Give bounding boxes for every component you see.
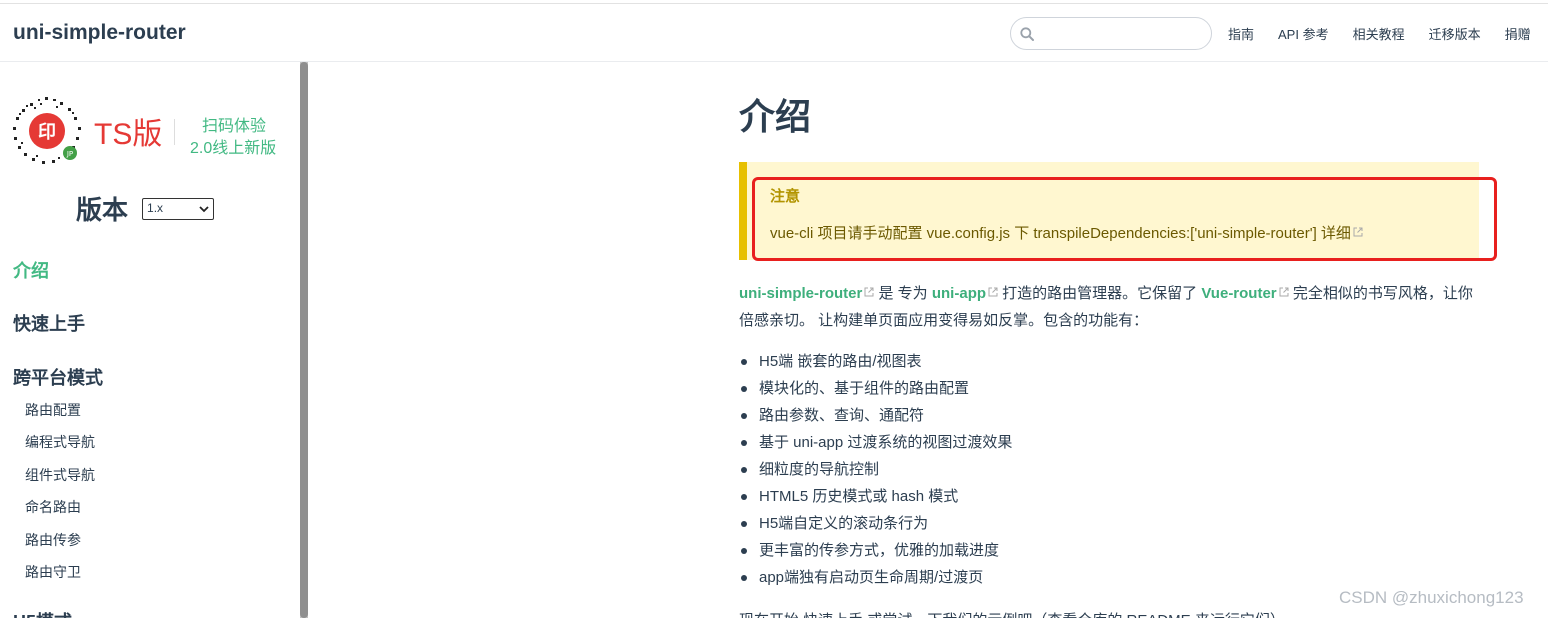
external-link-icon (864, 287, 874, 297)
promo-banner[interactable]: 印 JP TS版 扫码体验 2.0线上新版 (12, 97, 292, 167)
nav-link-donate[interactable]: 捐赠 (1505, 24, 1531, 43)
sidebar-group-quickstart[interactable]: 快速上手 (13, 310, 85, 336)
nav-link-guide[interactable]: 指南 (1228, 24, 1254, 43)
promo-line-1: 扫码体验 (202, 118, 267, 135)
sidebar-item-route-params[interactable]: 路由传参 (25, 530, 81, 550)
external-link-icon (988, 287, 998, 297)
feature-list: H5端 嵌套的路由/视图表 模块化的、基于组件的路由配置 路由参数、查询、通配符… (739, 348, 1479, 591)
promo-line-2: 2.0线上新版 (190, 140, 277, 157)
list-item: 模块化的、基于组件的路由配置 (739, 375, 1479, 402)
sidebar-item-component-nav[interactable]: 组件式导航 (25, 465, 95, 485)
sidebar-scrollbar-thumb[interactable] (300, 62, 308, 618)
sidebar-item-route-config[interactable]: 路由配置 (25, 400, 81, 420)
nav-link-api[interactable]: API 参考 (1278, 24, 1329, 43)
external-link-icon (1279, 287, 1289, 297)
sidebar-group-h5[interactable]: H5模式 (13, 608, 72, 618)
version-select-value: 1.x (147, 200, 164, 215)
version-label: 版本 (76, 195, 129, 225)
nav-links: 指南 API 参考 相关教程 迁移版本 捐赠 (1228, 24, 1531, 43)
intro-text-2: 打造的路由管理器。它保留了 (998, 285, 1202, 302)
list-item: 基于 uni-app 过渡系统的视图过渡效果 (739, 429, 1479, 456)
navbar: uni-simple-router 指南 API 参考 相关教程 迁移版本 捐赠 (0, 4, 1548, 62)
link-uni-simple-router[interactable]: uni-simple-router (739, 285, 862, 302)
svg-text:JP: JP (66, 150, 73, 158)
getting-started-paragraph: 现在开始 快速上手 或尝试一下我们的示例吧（查看仓库的 README 来运行它们… (739, 609, 1285, 618)
watermark: CSDN @zhuxichong123 (1339, 588, 1524, 607)
sidebar-item-named-routes[interactable]: 命名路由 (25, 497, 81, 517)
ts-badge: TS版 (94, 118, 163, 151)
version-row: 版本 1.x (76, 190, 215, 227)
link-uni-app[interactable]: uni-app (932, 285, 986, 302)
list-item: H5端自定义的滚动条行为 (739, 510, 1479, 537)
page-title: 介绍 (739, 96, 812, 137)
sidebar-group-intro[interactable]: 介绍 (13, 257, 49, 283)
list-item: 路由参数、查询、通配符 (739, 402, 1479, 429)
svg-text:印: 印 (38, 122, 56, 143)
list-item: 细粒度的导航控制 (739, 456, 1479, 483)
sidebar-item-route-guards[interactable]: 路由守卫 (25, 562, 81, 582)
nav-link-tutorials[interactable]: 相关教程 (1353, 24, 1405, 43)
nav-link-migration[interactable]: 迁移版本 (1429, 24, 1481, 43)
chevron-down-icon (199, 205, 209, 212)
sidebar-item-programmatic-nav[interactable]: 编程式导航 (25, 432, 95, 452)
link-vue-router[interactable]: Vue-router (1201, 285, 1276, 302)
search-input[interactable] (1010, 17, 1212, 50)
sidebar-group-cross-platform[interactable]: 跨平台模式 (13, 364, 103, 390)
list-item: HTML5 历史模式或 hash 模式 (739, 483, 1479, 510)
promo-divider (174, 119, 175, 145)
list-item: app端独有启动页生命周期/过渡页 (739, 564, 1479, 591)
intro-paragraph: uni-simple-router 是 专为 uni-app 打造的路由管理器。… (739, 280, 1479, 334)
sidebar: 印 JP TS版 扫码体验 2.0线上新版 版本 1.x 介绍 快速上手 跨平台… (0, 62, 300, 618)
site-title[interactable]: uni-simple-router (13, 21, 186, 45)
list-item: 更丰富的传参方式，优雅的加载进度 (739, 537, 1479, 564)
list-item: H5端 嵌套的路由/视图表 (739, 348, 1479, 375)
qr-code-icon: 印 JP (13, 97, 81, 164)
search-icon (1020, 27, 1034, 41)
annotation-highlight-box (752, 177, 1497, 261)
intro-text-1: 是 专为 (874, 285, 932, 302)
version-select[interactable]: 1.x (142, 197, 215, 220)
